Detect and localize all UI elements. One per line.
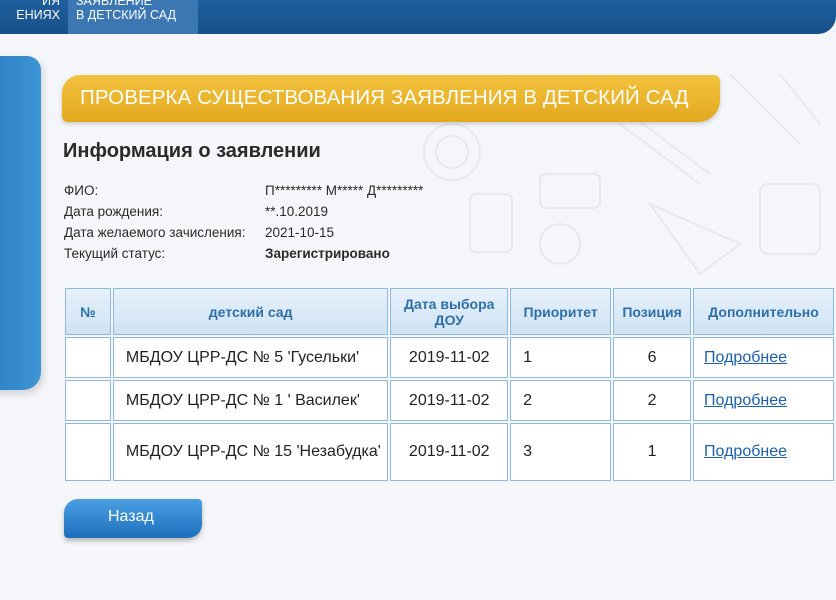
table-row: МБДОУ ЦРР-ДС № 5 'Гусельки' 2019-11-02 1… — [65, 337, 834, 378]
nav-item-line: В ДЕТСКИЙ САД — [76, 8, 176, 22]
table-row: МБДОУ ЦРР-ДС № 1 ' Василек' 2019-11-02 2… — [65, 380, 834, 421]
details-link[interactable]: Подробнее — [704, 392, 787, 409]
cell-date: 2019-11-02 — [390, 337, 509, 378]
info-label: ФИО: — [64, 183, 99, 198]
nav-item-line: ЗАЯВЛЕНИЕ — [76, 0, 153, 8]
cell-date: 2019-11-02 — [390, 423, 509, 481]
cell-kindergarten: МБДОУ ЦРР-ДС № 1 ' Василек' — [112, 380, 389, 421]
info-value: 2021-10-15 — [265, 225, 335, 240]
cell-position: 1 — [613, 423, 692, 481]
cell-number — [65, 423, 111, 481]
nav-item-line: ИЯ — [41, 0, 60, 8]
column-header-date: Дата выбора ДОУ — [390, 288, 509, 335]
column-header-position: Позиция — [613, 288, 692, 335]
column-header-kindergarten: детский сад — [112, 288, 389, 335]
cell-kindergarten: МБДОУ ЦРР-ДС № 5 'Гусельки' — [112, 337, 389, 378]
column-header-priority: Приоритет — [510, 288, 612, 335]
status-value: Зарегистрировано — [265, 246, 390, 261]
cell-position: 2 — [613, 380, 692, 421]
cell-more: Подробнее — [693, 380, 834, 421]
back-button[interactable]: Назад — [64, 499, 202, 538]
info-label: Дата рождения: — [64, 204, 163, 219]
cell-position: 6 — [613, 337, 692, 378]
cell-priority: 1 — [510, 337, 612, 378]
column-header-number: № — [65, 288, 111, 335]
info-label: Текущий статус: — [64, 246, 166, 261]
cell-number — [65, 337, 111, 378]
info-value: П********* М***** Д********* — [265, 183, 424, 198]
info-value: **.10.2019 — [265, 204, 329, 219]
back-button-label: Назад — [108, 508, 154, 525]
nav-item-line: ЕНИЯХ — [16, 8, 60, 22]
cell-priority: 3 — [510, 423, 612, 481]
nav-item-kindergarten-application[interactable]: ЗАЯВЛЕНИЕ В ДЕТСКИЙ САД — [68, 0, 198, 34]
heading-banner: ПРОВЕРКА СУЩЕСТВОВАНИЯ ЗАЯВЛЕНИЯ В ДЕТСК… — [62, 75, 720, 122]
column-header-more: Дополнительно — [693, 288, 834, 335]
cell-date: 2019-11-02 — [390, 380, 509, 421]
cell-number — [65, 380, 111, 421]
page-title: ПРОВЕРКА СУЩЕСТВОВАНИЯ ЗАЯВЛЕНИЯ В ДЕТСК… — [80, 86, 689, 109]
cell-more: Подробнее — [693, 337, 834, 378]
side-panel — [0, 56, 41, 390]
top-navigation-bar: ИЯ ЕНИЯХ ЗАЯВЛЕНИЕ В ДЕТСКИЙ САД — [0, 0, 836, 34]
table-row: МБДОУ ЦРР-ДС № 15 'Незабудка' 2019-11-02… — [65, 423, 834, 481]
kindergarten-table: № детский сад Дата выбора ДОУ Приоритет … — [63, 286, 836, 483]
details-link[interactable]: Подробнее — [704, 349, 787, 366]
cell-priority: 2 — [510, 380, 612, 421]
cell-more: Подробнее — [693, 423, 834, 481]
cell-kindergarten: МБДОУ ЦРР-ДС № 15 'Незабудка' — [112, 423, 389, 481]
info-label: Дата желаемого зачисления: — [64, 225, 246, 240]
nav-item-applications[interactable]: ИЯ ЕНИЯХ — [0, 0, 64, 34]
details-link[interactable]: Подробнее — [704, 443, 787, 460]
section-title: Информация о заявлении — [63, 140, 321, 162]
